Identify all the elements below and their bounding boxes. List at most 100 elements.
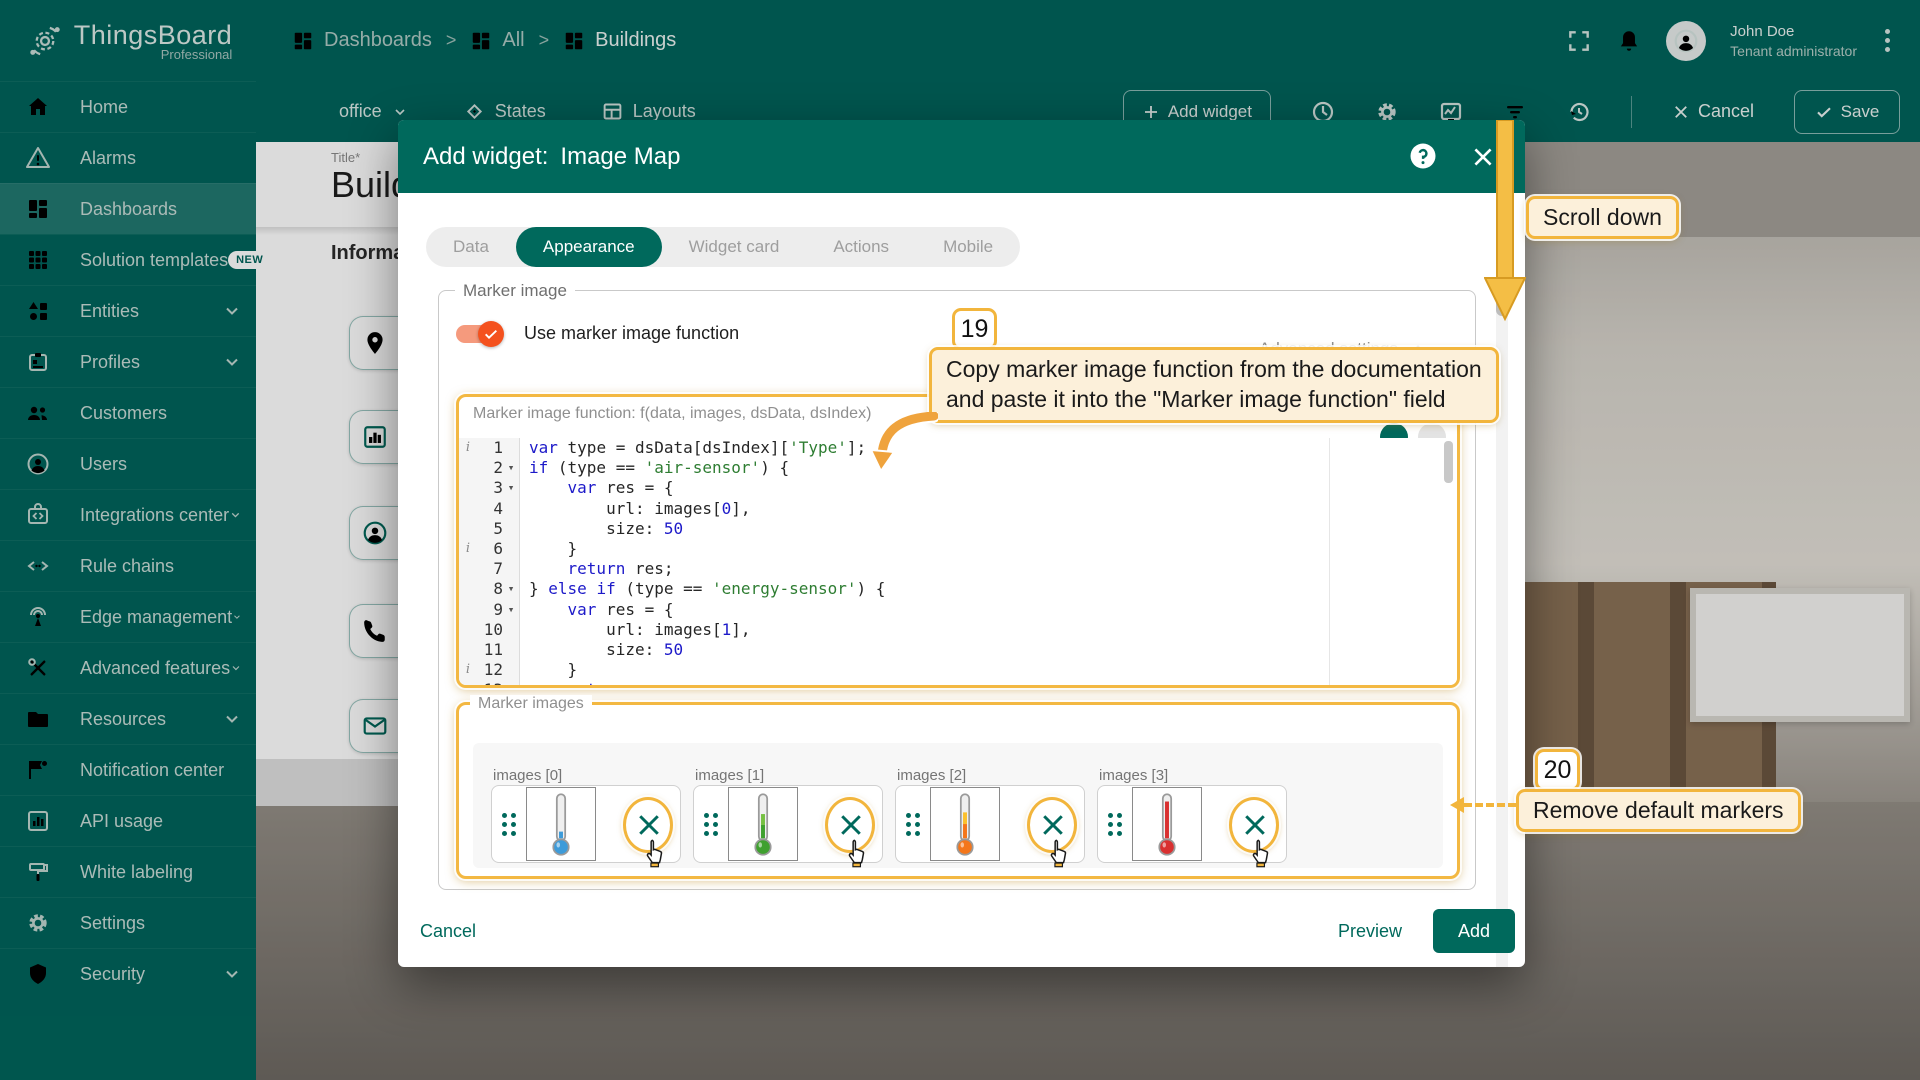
marker-image-label: images [2] bbox=[897, 767, 966, 784]
code-text: return res; bbox=[519, 680, 674, 685]
marker-images-section: Marker images images [0]images [1]images… bbox=[456, 702, 1460, 879]
fold-caret-icon bbox=[503, 499, 519, 519]
marker-image-card-1 bbox=[693, 785, 883, 863]
code-text: url: images[1], bbox=[519, 620, 751, 640]
scroll-down-callout: Scroll down bbox=[1526, 196, 1679, 239]
fold-caret-icon bbox=[503, 519, 519, 539]
line-number: 5 bbox=[477, 519, 503, 539]
click-cursor-icon bbox=[1248, 838, 1274, 868]
marker-image-label: images [1] bbox=[695, 767, 764, 784]
thermometer-image bbox=[541, 791, 581, 857]
step-19-badge: 19 bbox=[952, 308, 997, 350]
gutter-info-icon bbox=[459, 579, 477, 599]
fold-caret-icon[interactable]: ▾ bbox=[503, 458, 519, 478]
fold-caret-icon bbox=[503, 438, 519, 458]
fold-caret-icon[interactable]: ▾ bbox=[503, 579, 519, 599]
click-cursor-icon bbox=[642, 838, 668, 868]
fold-caret-icon[interactable]: ▾ bbox=[503, 600, 519, 620]
fold-caret-icon bbox=[503, 640, 519, 660]
fold-caret-icon[interactable]: ▾ bbox=[503, 478, 519, 498]
click-cursor-icon bbox=[1046, 838, 1072, 868]
code-text: return res; bbox=[519, 559, 674, 579]
gutter-info-icon bbox=[459, 680, 477, 685]
drag-handle-icon[interactable] bbox=[694, 813, 728, 836]
use-marker-image-function-toggle[interactable] bbox=[456, 325, 502, 343]
step-20-connector bbox=[1464, 803, 1516, 807]
marker-image-preview bbox=[930, 787, 1000, 861]
marker-image-preview bbox=[1132, 787, 1202, 861]
step-19-callout: Copy marker image function from the docu… bbox=[929, 347, 1499, 423]
editor-scrollbar-thumb[interactable] bbox=[1444, 441, 1453, 483]
drag-handle-icon[interactable] bbox=[492, 813, 526, 836]
line-number: 6 bbox=[477, 539, 503, 559]
tab-appearance[interactable]: Appearance bbox=[516, 227, 662, 267]
line-number: 3 bbox=[477, 478, 503, 498]
step-19-line1: Copy marker image function from the docu… bbox=[946, 355, 1482, 385]
add-widget-dialog: Add widget: Image Map DataAppearanceWidg… bbox=[398, 120, 1525, 967]
line-number: 2 bbox=[477, 458, 503, 478]
gutter-info-icon bbox=[459, 620, 477, 640]
drag-handle-icon[interactable] bbox=[896, 813, 930, 836]
step-20-callout: Remove default markers bbox=[1516, 789, 1801, 832]
add-button[interactable]: Add bbox=[1433, 909, 1515, 953]
code-line-5: 5 size: 50 bbox=[459, 519, 1457, 539]
line-number: 8 bbox=[477, 579, 503, 599]
code-text: size: 50 bbox=[519, 640, 683, 660]
gutter-info-icon bbox=[459, 559, 477, 579]
code-line-7: 7 return res; bbox=[459, 559, 1457, 579]
gutter-info-icon: i bbox=[459, 660, 477, 680]
gutter-info-icon: i bbox=[459, 539, 477, 559]
scroll-down-arrow bbox=[1484, 120, 1526, 322]
code-editor-content[interactable]: i1var type = dsData[dsIndex]['Type'];2▾i… bbox=[459, 438, 1457, 685]
dialog-tabs: DataAppearanceWidget cardActionsMobile bbox=[426, 227, 1020, 267]
code-line-13: 13 return res; bbox=[459, 680, 1457, 685]
gutter-info-icon bbox=[459, 600, 477, 620]
marker-image-card-3 bbox=[1097, 785, 1287, 863]
code-line-11: 11 size: 50 bbox=[459, 640, 1457, 660]
code-text: size: 50 bbox=[519, 519, 683, 539]
line-number: 13 bbox=[477, 680, 503, 685]
dialog-cancel-button[interactable]: Cancel bbox=[420, 921, 476, 942]
line-number: 1 bbox=[477, 438, 503, 458]
fold-caret-icon bbox=[503, 680, 519, 685]
line-number: 4 bbox=[477, 499, 503, 519]
line-number: 9 bbox=[477, 600, 503, 620]
tab-data[interactable]: Data bbox=[426, 227, 516, 267]
thermometer-image bbox=[1147, 791, 1187, 857]
marker-images-panel: images [0]images [1]images [2]images [3] bbox=[473, 743, 1443, 868]
code-text: } bbox=[519, 539, 577, 559]
tab-widget-card[interactable]: Widget card bbox=[662, 227, 807, 267]
preview-button[interactable]: Preview bbox=[1338, 921, 1402, 942]
code-text: var type = dsData[dsIndex]['Type']; bbox=[519, 438, 866, 458]
toggle-label: Use marker image function bbox=[524, 323, 739, 344]
fold-caret-icon bbox=[503, 620, 519, 640]
code-text: } else if (type == 'energy-sensor') { bbox=[519, 579, 885, 599]
marker-image-legend: Marker image bbox=[455, 281, 575, 301]
help-icon[interactable] bbox=[1408, 141, 1438, 171]
gutter-info-icon bbox=[459, 499, 477, 519]
step-20-badge: 20 bbox=[1535, 749, 1580, 791]
line-number: 12 bbox=[477, 660, 503, 680]
tab-mobile[interactable]: Mobile bbox=[916, 227, 1020, 267]
tab-actions[interactable]: Actions bbox=[806, 227, 916, 267]
fold-caret-icon bbox=[503, 539, 519, 559]
line-number: 11 bbox=[477, 640, 503, 660]
marker-function-toggle-row: Use marker image function bbox=[456, 323, 739, 344]
dialog-header: Add widget: Image Map bbox=[398, 120, 1525, 193]
code-text: } bbox=[519, 660, 577, 680]
code-line-2: 2▾if (type == 'air-sensor') { bbox=[459, 458, 1457, 478]
check-icon bbox=[483, 326, 499, 342]
code-line-10: 10 url: images[1], bbox=[459, 620, 1457, 640]
click-cursor-icon bbox=[844, 838, 870, 868]
dialog-title-widget: Image Map bbox=[560, 143, 680, 171]
gutter-info-icon bbox=[459, 478, 477, 498]
marker-image-function-editor[interactable]: Marker image function: f(data, images, d… bbox=[456, 394, 1460, 688]
gutter-info-icon bbox=[459, 458, 477, 478]
code-line-8: 8▾} else if (type == 'energy-sensor') { bbox=[459, 579, 1457, 599]
dialog-title-prefix: Add widget: bbox=[423, 143, 548, 171]
drag-handle-icon[interactable] bbox=[1098, 813, 1132, 836]
fold-caret-icon bbox=[503, 559, 519, 579]
step-19-line2: and paste it into the "Marker image func… bbox=[946, 385, 1482, 415]
code-line-12: i12 } bbox=[459, 660, 1457, 680]
callout-arrow-to-editor bbox=[858, 412, 938, 474]
